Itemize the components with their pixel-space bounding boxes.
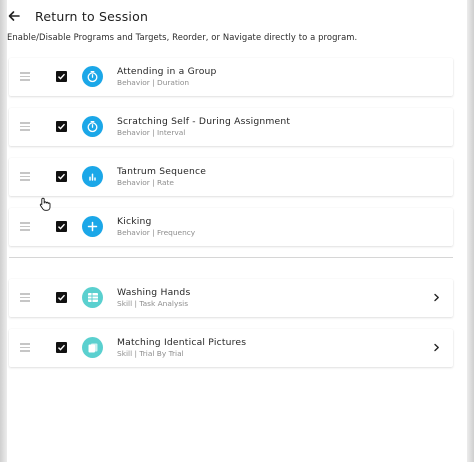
return-to-session-button[interactable]: Return to Session	[7, 6, 148, 26]
chevron-right-icon[interactable]	[432, 343, 441, 352]
enable-checkbox[interactable]	[56, 342, 67, 353]
drag-handle-icon[interactable]	[20, 72, 30, 81]
bar-chart-icon	[82, 166, 103, 187]
drag-handle-icon[interactable]	[20, 293, 30, 302]
instructions-text: Enable/Disable Programs and Targets, Reo…	[7, 32, 358, 42]
program-row-skill[interactable]: Washing Hands Skill | Task Analysis	[9, 279, 453, 317]
program-row-behavior[interactable]: Kicking Behavior | Frequency	[9, 208, 453, 246]
program-row-behavior[interactable]: Attending in a Group Behavior | Duration	[9, 58, 453, 96]
plus-icon	[82, 216, 103, 237]
chevron-right-icon[interactable]	[432, 293, 441, 302]
program-type: Behavior | Duration	[117, 78, 190, 87]
task-grid-icon	[82, 287, 103, 308]
program-type: Behavior | Interval	[117, 128, 186, 137]
program-type: Skill | Task Analysis	[117, 299, 189, 308]
right-backdrop	[467, 0, 474, 462]
program-row-behavior[interactable]: Scratching Self - During Assignment Beha…	[9, 108, 453, 146]
program-title: Tantrum Sequence	[117, 166, 207, 177]
program-title: Scratching Self - During Assignment	[117, 116, 291, 127]
program-type: Behavior | Frequency	[117, 228, 196, 237]
arrow-left-icon	[8, 11, 20, 21]
drag-handle-icon[interactable]	[20, 172, 30, 181]
program-title: Washing Hands	[117, 287, 191, 298]
stopwatch-icon	[82, 116, 103, 137]
program-row-behavior[interactable]: Tantrum Sequence Behavior | Rate	[9, 158, 453, 196]
program-title: Attending in a Group	[117, 66, 217, 77]
hand-cursor-icon	[39, 197, 51, 211]
header-title: Return to Session	[35, 8, 149, 24]
enable-checkbox[interactable]	[56, 71, 67, 82]
stopwatch-icon	[82, 66, 103, 87]
drag-handle-icon[interactable]	[20, 343, 30, 352]
enable-checkbox[interactable]	[56, 221, 67, 232]
drag-handle-icon[interactable]	[20, 222, 30, 231]
program-type: Skill | Trial By Trial	[117, 349, 184, 358]
program-type: Behavior | Rate	[117, 178, 174, 187]
cards-icon	[82, 337, 103, 358]
program-title: Matching Identical Pictures	[117, 337, 247, 348]
program-row-skill[interactable]: Matching Identical Pictures Skill | Tria…	[9, 329, 453, 367]
program-title: Kicking	[117, 216, 152, 227]
left-backdrop	[0, 0, 7, 462]
enable-checkbox[interactable]	[56, 121, 67, 132]
drag-handle-icon[interactable]	[20, 122, 30, 131]
enable-checkbox[interactable]	[56, 171, 67, 182]
enable-checkbox[interactable]	[56, 292, 67, 303]
section-divider	[9, 257, 453, 258]
